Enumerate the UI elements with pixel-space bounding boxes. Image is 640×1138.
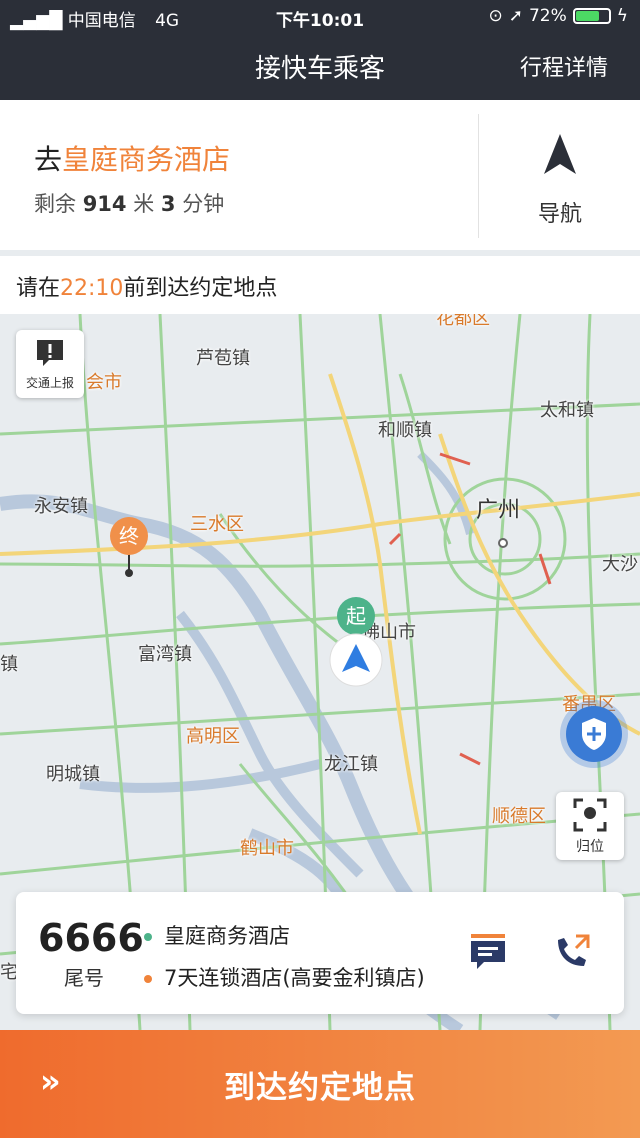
pickup-dot xyxy=(144,933,152,941)
phone-call-icon xyxy=(558,934,590,966)
navigate-button[interactable]: 导航 xyxy=(480,100,640,250)
remaining-info: 剩余 914 米 3 分钟 xyxy=(34,188,224,218)
locate-icon xyxy=(573,798,607,832)
pickup-name: 皇庭商务酒店 xyxy=(164,924,290,948)
charging-icon: ϟ xyxy=(616,6,628,26)
place-mingcheng: 明城镇 xyxy=(46,764,100,785)
place-heshun: 和顺镇 xyxy=(378,420,432,441)
battery-status: ⊙ ➚ 72% ϟ xyxy=(488,6,628,26)
warning-bubble-icon xyxy=(37,340,63,366)
place-gaoming: 高明区 xyxy=(186,726,240,747)
place-longjiang: 龙江镇 xyxy=(324,754,378,775)
place-lubao: 芦苞镇 xyxy=(196,348,250,369)
divider xyxy=(478,114,479,238)
minutes-unit: 分钟 xyxy=(182,192,225,216)
recenter-label: 归位 xyxy=(576,839,604,855)
remain-distance: 914 xyxy=(82,192,127,216)
place-yongan: 永安镇 xyxy=(34,496,88,517)
map-pin-icon: 终 xyxy=(110,517,148,577)
destination-line: 去皇庭商务酒店 xyxy=(34,138,230,178)
start-pin-icon: 起 xyxy=(337,597,375,635)
place-sanshui: 三水区 xyxy=(190,514,244,535)
navigation-arrow-icon xyxy=(544,134,576,174)
recenter-button[interactable]: 归位 xyxy=(556,792,624,860)
tail-number-label: 尾号 xyxy=(64,966,104,990)
message-button[interactable] xyxy=(468,932,508,972)
place-fuwan: 富湾镇 xyxy=(138,644,192,665)
eta-text: 请在22:10前到达约定地点 xyxy=(16,270,277,302)
chat-icon xyxy=(471,934,505,969)
place-huadu: 花都区 xyxy=(436,314,490,329)
passenger-card: 6666 尾号 皇庭商务酒店 7天连锁酒店(高要金利镇店) xyxy=(16,892,624,1014)
place-taihe: 太和镇 xyxy=(540,400,594,421)
destination-prefix: 去 xyxy=(34,143,63,176)
phone-tail-number: 6666 xyxy=(38,916,144,960)
dropoff-stop: 7天连锁酒店(高要金利镇店) xyxy=(144,962,444,992)
place-shunde: 顺德区 xyxy=(492,806,546,827)
eta-before: 请在 xyxy=(16,276,61,301)
call-button[interactable] xyxy=(552,932,592,972)
arrive-button[interactable]: » 到达约定地点 xyxy=(0,1030,640,1138)
dropoff-dot xyxy=(144,975,152,983)
shield-plus-icon xyxy=(582,718,606,750)
destination-card: 去皇庭商务酒店 剩余 914 米 3 分钟 导航 xyxy=(0,100,640,250)
end-marker-label: 终 xyxy=(119,524,139,548)
location-arrow-icon: ➚ xyxy=(508,6,523,26)
place-heshan: 鹤山市 xyxy=(240,838,294,859)
eta-banner: 请在22:10前到达约定地点 xyxy=(0,256,640,315)
trip-detail-link[interactable]: 行程详情 xyxy=(520,50,608,82)
dropoff-name: 7天连锁酒店(高要金利镇店) xyxy=(164,966,425,990)
traffic-report-button[interactable]: 交通上报 xyxy=(16,330,84,398)
place-sihui: 会市 xyxy=(86,372,122,393)
pickup-stop: 皇庭商务酒店 xyxy=(144,920,444,950)
remain-minutes: 3 xyxy=(160,192,176,216)
navigate-label: 导航 xyxy=(537,202,582,227)
traffic-report-label: 交通上报 xyxy=(25,376,74,390)
navigation-arrow-icon xyxy=(329,633,383,687)
app-header: ▂▄▆█ 中国电信 4G 下午10:01 ⊙ ➚ 72% ϟ 接快车乘客 行程详… xyxy=(0,0,640,100)
destination-name: 皇庭商务酒店 xyxy=(62,143,231,176)
arrive-label: 到达约定地点 xyxy=(224,1070,416,1106)
safety-shield-button[interactable] xyxy=(566,706,622,762)
distance-unit: 米 xyxy=(133,192,155,216)
place-dashi: 大沙 xyxy=(602,554,638,575)
start-marker-label: 起 xyxy=(346,604,366,628)
battery-icon xyxy=(572,8,611,24)
status-bar: ▂▄▆█ 中国电信 4G 下午10:01 ⊙ ➚ 72% ϟ xyxy=(0,0,640,34)
place-zhen: 镇 xyxy=(0,654,18,675)
battery-percent: 72% xyxy=(528,6,567,26)
eta-after: 前到达约定地点 xyxy=(123,276,278,301)
remain-label: 剩余 xyxy=(34,192,76,216)
place-guangzhou: 广州 xyxy=(476,498,521,523)
eta-time: 22:10 xyxy=(60,276,124,301)
lock-rotation-icon: ⊙ xyxy=(488,6,503,26)
